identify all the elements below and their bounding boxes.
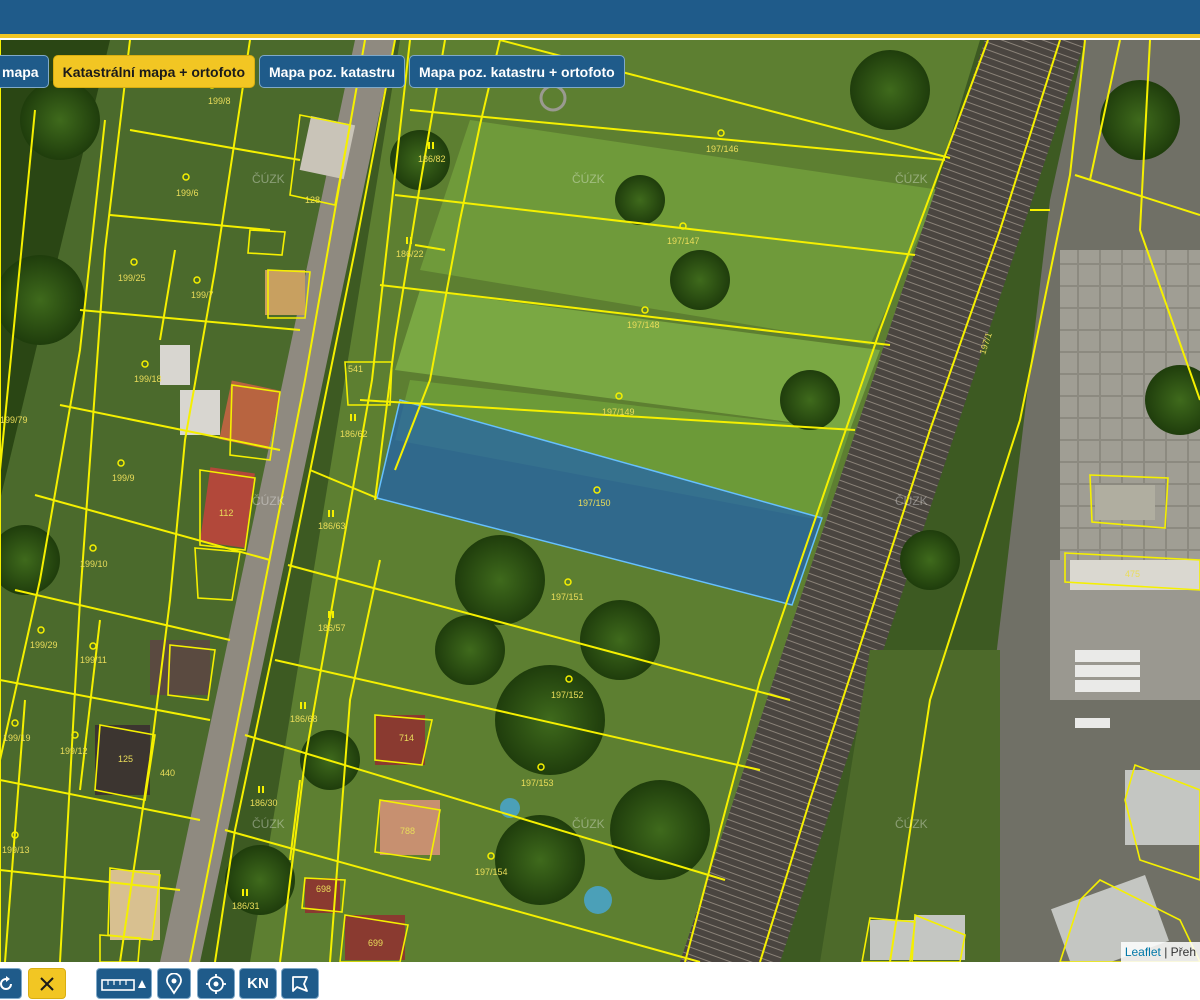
tab-cadastral-orthophoto[interactable]: Katastrální mapa + ortofoto <box>52 55 255 88</box>
tab-land-cadastre-map[interactable]: Mapa poz. katastru <box>259 55 406 88</box>
watermark-text: ČÚZK <box>572 816 605 831</box>
parcel-label: 199/8 <box>208 96 231 106</box>
parcel-label: 197/148 <box>627 320 660 330</box>
parcel-label: 199/6 <box>176 188 199 198</box>
parcel-label: 186/82 <box>418 154 446 164</box>
parcel-label: 197/150 <box>578 498 611 508</box>
parcel-label: 199/13 <box>2 845 30 855</box>
building-label: 125 <box>118 754 133 764</box>
close-button[interactable] <box>28 968 66 999</box>
crosshair-icon <box>206 973 226 994</box>
parcel-label: 186/30 <box>250 798 278 808</box>
parcel-label: 199/25 <box>118 273 146 283</box>
parcel-label: 186/63 <box>318 521 346 531</box>
parcel-label: 186/68 <box>290 714 318 724</box>
building-label: 714 <box>399 733 414 743</box>
parcel-label: 197/153 <box>521 778 554 788</box>
map-attribution: Leaflet | Přeh <box>1120 942 1200 962</box>
leaflet-link[interactable]: Leaflet <box>1125 945 1161 959</box>
parcel-label: 199/29 <box>30 640 58 650</box>
parcel-label: 186/22 <box>396 249 424 259</box>
parcel-label: 186/57 <box>318 623 346 633</box>
parcel-label: 199/10 <box>80 559 108 569</box>
map-viewport[interactable]: 199/8 199/6 199/25 199/7 199/18 199/9 19… <box>0 40 1200 962</box>
watermark-text: ČÚZK <box>252 493 285 508</box>
parcel-label: 199/79 <box>0 415 28 425</box>
attribution-text: | Přeh <box>1164 945 1196 959</box>
watermark-text: ČÚZK <box>895 493 928 508</box>
measure-button[interactable] <box>96 968 152 999</box>
building-label: 788 <box>400 826 415 836</box>
refresh-icon <box>0 975 12 990</box>
building-label: 698 <box>316 884 331 894</box>
parcel-label: 197/147 <box>667 236 700 246</box>
building-label: 699 <box>368 938 383 948</box>
building-label: 128 <box>305 195 320 205</box>
area-select-button[interactable] <box>281 968 319 999</box>
parcel-label: 186/31 <box>232 901 260 911</box>
tab-land-cadastre-orthophoto[interactable]: Mapa poz. katastru + ortofoto <box>409 55 625 88</box>
locate-button[interactable] <box>197 968 235 999</box>
parcel-label: 199/18 <box>134 374 162 384</box>
watermark-text: ČÚZK <box>895 171 928 186</box>
kn-label: KN <box>247 975 269 992</box>
gps-button[interactable] <box>157 968 191 999</box>
parcel-label: 186/62 <box>340 429 368 439</box>
parcel-label: 197/151 <box>551 592 584 602</box>
parcel-label: 197/146 <box>706 144 739 154</box>
watermark-text: ČÚZK <box>572 171 605 186</box>
building-label: 112 <box>219 508 233 518</box>
parcel-label: 197/149 <box>602 407 635 417</box>
gps-icon <box>166 972 182 995</box>
refresh-button[interactable] <box>0 968 22 999</box>
polygon-icon <box>292 975 308 992</box>
cadastral-orthophoto-map[interactable]: 199/8 199/6 199/25 199/7 199/18 199/9 19… <box>0 40 1200 962</box>
parcel-label: 199/9 <box>112 473 135 483</box>
parcel-label: 197/152 <box>551 690 584 700</box>
layer-switcher: mapa Katastrální mapa + ortofoto Mapa po… <box>0 55 625 88</box>
close-icon <box>40 976 54 991</box>
parcel-label: 197/154 <box>475 867 508 877</box>
parcel-label: 199/11 <box>80 655 107 665</box>
building-label: 541 <box>348 364 363 374</box>
parcel-label: 199/7 <box>191 290 214 300</box>
parcel-label: 199/12 <box>60 746 88 756</box>
tab-mapa[interactable]: mapa <box>0 55 49 88</box>
kn-button[interactable]: KN <box>239 968 277 999</box>
building-label: 475 <box>1125 569 1140 579</box>
app-header-bar <box>0 0 1200 38</box>
ruler-icon <box>101 978 146 991</box>
parcel-label: 199/19 <box>3 733 31 743</box>
watermark-text: ČÚZK <box>252 816 285 831</box>
watermark-text: ČÚZK <box>252 171 285 186</box>
watermark-text: ČÚZK <box>895 816 928 831</box>
building-label: 440 <box>160 768 175 778</box>
